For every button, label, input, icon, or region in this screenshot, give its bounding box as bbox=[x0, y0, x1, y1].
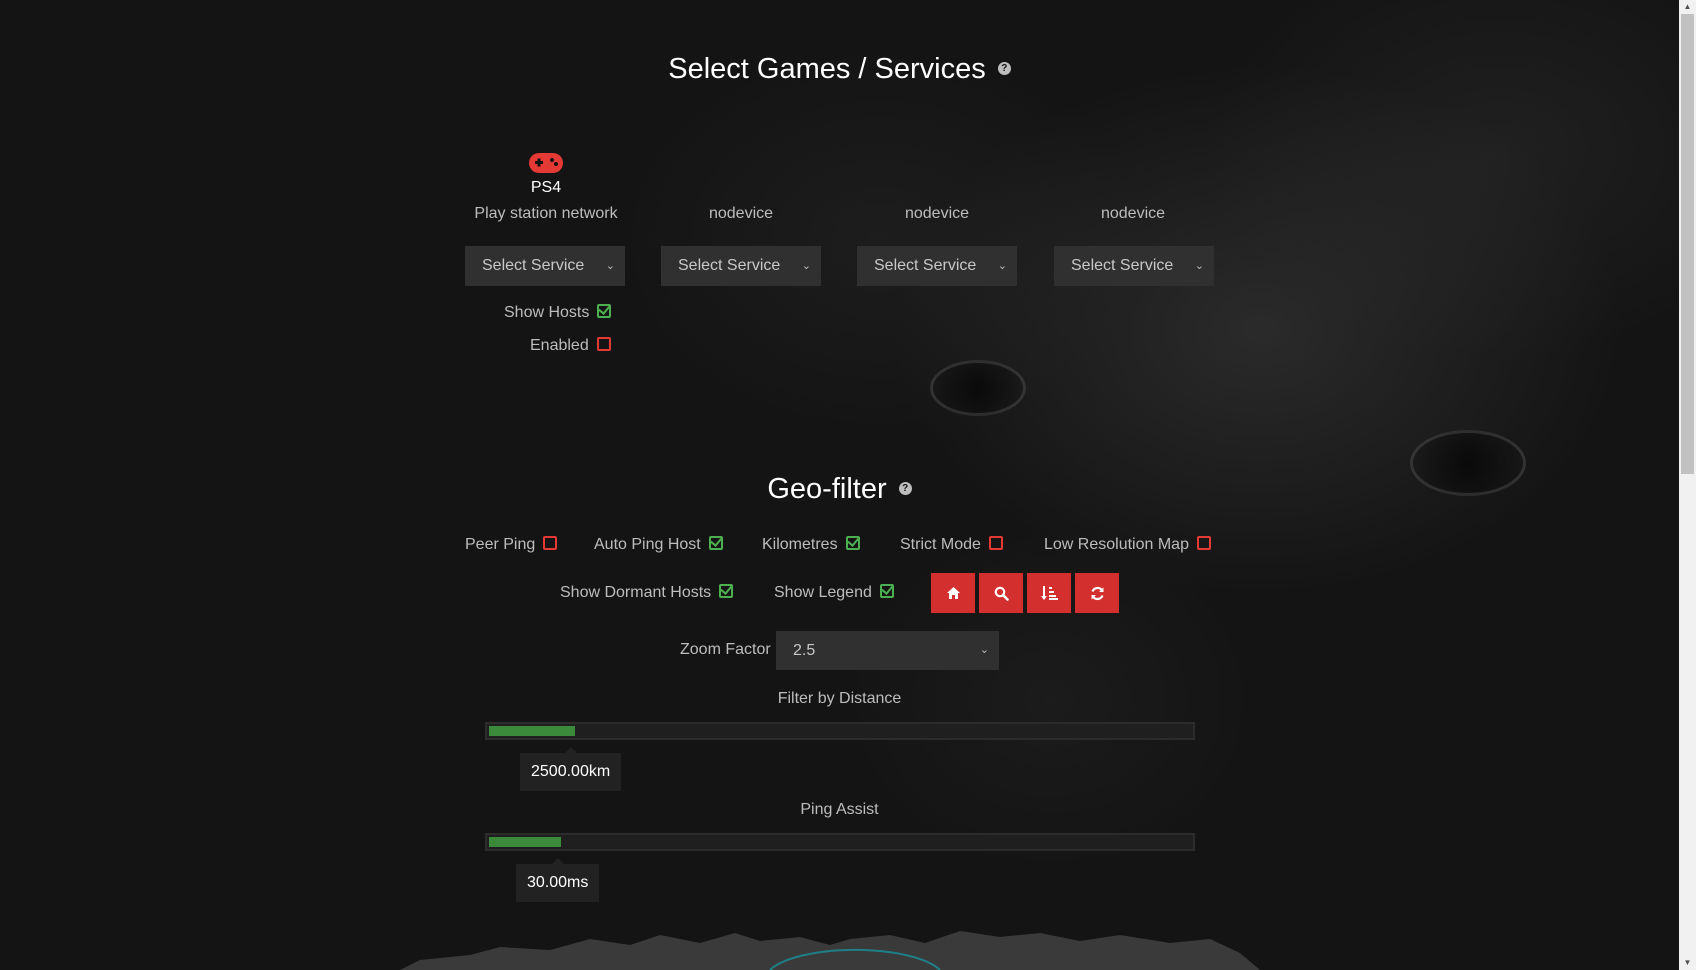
device-name: PS4 bbox=[530, 179, 562, 196]
service-select-2[interactable]: Select Service ⌄ bbox=[661, 246, 821, 286]
checkbox-unchecked-icon[interactable] bbox=[988, 535, 1003, 550]
home-icon bbox=[946, 587, 960, 599]
checkbox-checked-icon[interactable] bbox=[708, 535, 723, 550]
service-select-value: Select Service bbox=[874, 257, 977, 274]
low-resolution-map-toggle[interactable]: Low Resolution Map bbox=[1044, 535, 1211, 554]
service-select-value: Select Service bbox=[1071, 257, 1174, 274]
show-legend-toggle[interactable]: Show Legend bbox=[774, 583, 894, 602]
device-column-3: nodevice bbox=[856, 152, 1018, 223]
option-label: Strict Mode bbox=[900, 536, 981, 553]
gamepad-icon bbox=[529, 153, 563, 173]
chevron-down-icon: ⌄ bbox=[801, 260, 811, 272]
scroll-down-arrow-icon[interactable]: ▼ bbox=[1679, 956, 1696, 970]
device-name bbox=[660, 179, 822, 199]
scroll-up-arrow-icon[interactable]: ▲ bbox=[1679, 0, 1696, 14]
device-name bbox=[1052, 179, 1214, 199]
chevron-down-icon: ⌄ bbox=[605, 260, 615, 272]
checkbox-unchecked-icon[interactable] bbox=[596, 336, 611, 351]
checkbox-unchecked-icon[interactable] bbox=[543, 535, 558, 550]
device-name bbox=[856, 179, 1018, 199]
checkbox-checked-icon[interactable] bbox=[879, 583, 894, 598]
enabled-label: Enabled bbox=[530, 337, 589, 354]
ping-assist-label: Ping Assist bbox=[800, 801, 879, 818]
filter-by-distance-label: Filter by Distance bbox=[777, 690, 902, 707]
device-column-2: nodevice bbox=[660, 152, 822, 223]
option-label: Peer Ping bbox=[465, 536, 536, 553]
checkbox-checked-icon[interactable] bbox=[845, 535, 860, 550]
service-select-4[interactable]: Select Service ⌄ bbox=[1054, 246, 1214, 286]
ping-assist-slider[interactable] bbox=[485, 833, 1195, 851]
device-column-1: PS4 Play station network bbox=[465, 152, 627, 223]
zoom-factor-select[interactable]: 2.5 ⌄ bbox=[776, 631, 999, 670]
option-label: Low Resolution Map bbox=[1044, 536, 1189, 553]
show-hosts-toggle[interactable]: Show Hosts bbox=[504, 303, 612, 322]
services-title: Select Games / Services? bbox=[0, 53, 1679, 86]
service-select-value: Select Service bbox=[678, 257, 781, 274]
search-icon bbox=[994, 586, 1009, 601]
service-select-1[interactable]: Select Service ⌄ bbox=[465, 246, 625, 286]
chevron-down-icon: ⌄ bbox=[1194, 260, 1204, 272]
device-subtitle: nodevice bbox=[904, 205, 970, 222]
service-select-3[interactable]: Select Service ⌄ bbox=[857, 246, 1017, 286]
distance-slider-fill bbox=[489, 726, 575, 736]
zoom-factor-value: 2.5 bbox=[793, 642, 816, 659]
search-button[interactable] bbox=[979, 573, 1023, 613]
enabled-toggle[interactable]: Enabled bbox=[530, 336, 611, 355]
option-label: Show Legend bbox=[774, 584, 872, 601]
refresh-icon bbox=[1090, 586, 1104, 600]
background-lion-eye-left bbox=[930, 360, 1026, 416]
chevron-down-icon: ⌄ bbox=[997, 260, 1007, 272]
home-button[interactable] bbox=[931, 573, 975, 613]
scrollbar-thumb[interactable] bbox=[1681, 14, 1694, 474]
sort-amount-icon bbox=[1040, 586, 1058, 600]
geo-filter-help-icon[interactable]: ? bbox=[898, 481, 912, 495]
ping-value-tooltip: 30.00ms bbox=[516, 858, 600, 902]
vertical-scrollbar[interactable]: ▲ ▼ bbox=[1679, 0, 1696, 970]
distance-value-tooltip: 2500.00km bbox=[520, 747, 622, 791]
services-title-text: Select Games / Services bbox=[668, 53, 986, 85]
strict-mode-toggle[interactable]: Strict Mode bbox=[900, 535, 1003, 554]
geo-filter-title-text: Geo-filter bbox=[767, 473, 887, 505]
kilometres-toggle[interactable]: Kilometres bbox=[762, 535, 860, 554]
device-subtitle: nodevice bbox=[1100, 205, 1166, 222]
geo-filter-title: Geo-filter? bbox=[0, 473, 1679, 506]
checkbox-checked-icon[interactable] bbox=[719, 583, 734, 598]
checkbox-checked-icon[interactable] bbox=[597, 303, 612, 318]
device-subtitle: nodevice bbox=[708, 205, 774, 222]
page: Select Games / Services? PS4 Play statio… bbox=[0, 0, 1696, 970]
show-hosts-label: Show Hosts bbox=[504, 304, 590, 321]
distance-slider[interactable] bbox=[485, 722, 1195, 740]
auto-ping-host-toggle[interactable]: Auto Ping Host bbox=[594, 535, 723, 554]
service-select-value: Select Service bbox=[482, 257, 585, 274]
option-label: Show Dormant Hosts bbox=[560, 584, 712, 601]
services-help-icon[interactable]: ? bbox=[997, 61, 1011, 75]
option-label: Kilometres bbox=[762, 536, 838, 553]
chevron-down-icon: ⌄ bbox=[979, 644, 989, 656]
show-dormant-hosts-toggle[interactable]: Show Dormant Hosts bbox=[560, 583, 734, 602]
device-column-4: nodevice bbox=[1052, 152, 1214, 223]
checkbox-unchecked-icon[interactable] bbox=[1196, 535, 1211, 550]
peer-ping-toggle[interactable]: Peer Ping bbox=[465, 535, 558, 554]
ping-assist-slider-fill bbox=[489, 837, 561, 847]
zoom-factor-label: Zoom Factor bbox=[680, 641, 771, 658]
sort-button[interactable] bbox=[1027, 573, 1071, 613]
world-map bbox=[400, 931, 1260, 970]
option-label: Auto Ping Host bbox=[594, 536, 701, 553]
refresh-button[interactable] bbox=[1075, 573, 1119, 613]
device-subtitle: Play station network bbox=[474, 205, 618, 222]
